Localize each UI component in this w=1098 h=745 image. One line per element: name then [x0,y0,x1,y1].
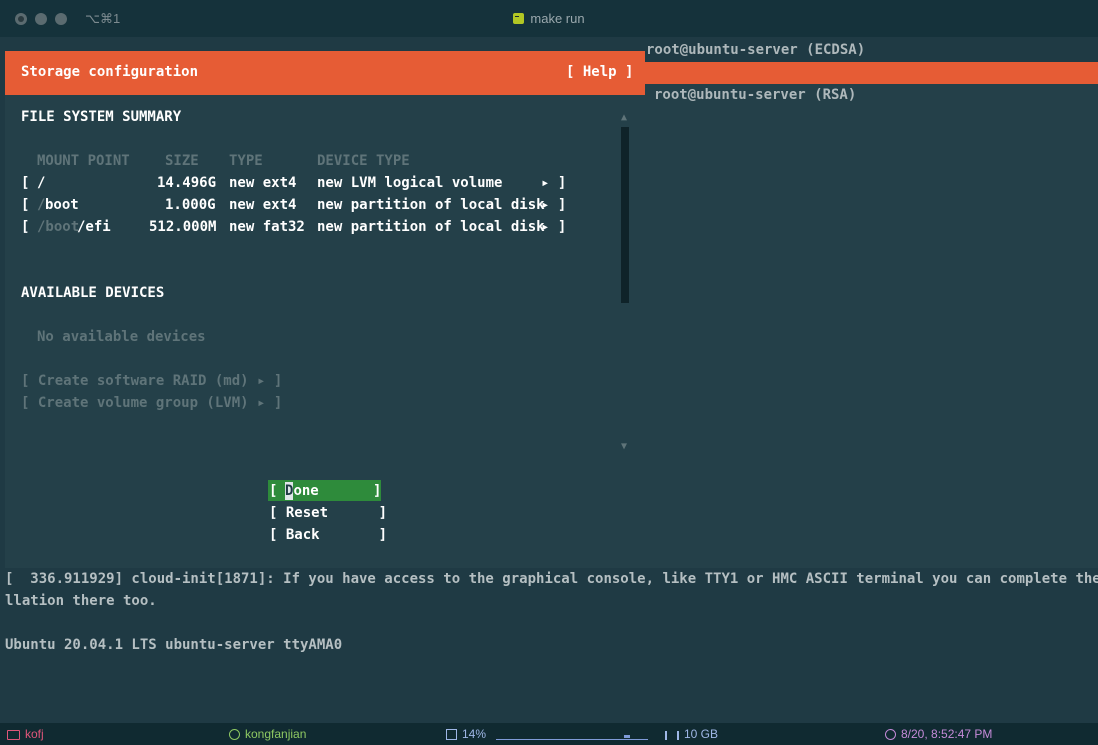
row-type: new ext4 [229,175,297,191]
cpu-label: 14% [462,727,487,741]
col-size: SIZE [165,153,199,169]
clock-label: 8/20, 8:52:47 PM [901,727,993,741]
row-bracket: [ [21,197,30,213]
scroll-up-arrow-icon[interactable]: ▲ [621,112,627,123]
status-bar: kofj kongfanjian 14% 10 GB 8/20, 8:52:47… [0,723,1098,745]
row-menu-arrow[interactable]: ▸ ] [541,174,566,192]
console-line: llation there too. [5,593,157,609]
row-menu-arrow[interactable]: ▸ ] [541,218,566,236]
window-titlebar: ⌥⌘1 make run [0,0,1098,37]
row-mount: /efi [77,219,111,235]
memory-icon [665,731,679,740]
no-devices-text: No available devices [37,329,206,345]
terminal-icon [513,13,525,24]
row-size: 1.000G [165,197,216,213]
row-device: new partition of local disk [317,219,545,235]
row-type: new ext4 [229,197,297,213]
memory-label: 10 GB [684,727,719,741]
user-label: kongfanjian [245,727,307,741]
available-devices-heading: AVAILABLE DEVICES [21,285,165,301]
status-user: kongfanjian [229,727,306,741]
back-button[interactable]: [ Back ] [269,526,387,544]
scroll-down-arrow-icon[interactable]: ▼ [621,441,627,452]
console-line: [ 336.911929] cloud-init[1871]: If you h… [5,571,1098,587]
row-mount: / [37,175,46,191]
window-title: make run [0,11,1098,26]
rsa-pane-label: root@ubuntu-server (RSA) [654,87,857,103]
row-bracket: [ [21,219,30,235]
ecdsa-pane-label: root@ubuntu-server (ECDSA) [646,42,866,58]
host-label: kofj [25,727,44,741]
window-title-text: make run [530,11,585,26]
rsa-pane[interactable] [645,84,1098,568]
status-host: kofj [7,727,44,741]
done-button-open: [ [269,483,278,499]
create-volume-group-button[interactable]: [ Create volume group (LVM) ▸ ] [21,394,282,412]
row-menu-arrow[interactable]: ▸ ] [541,196,566,214]
row-mount: boot [45,197,79,213]
row-size: 14.496G [157,175,217,191]
status-cpu: 14% [446,727,486,741]
done-button-label-rest: one [293,483,319,499]
cpu-sparkline [496,735,648,740]
col-device-type: DEVICE TYPE [317,153,410,169]
user-icon [229,729,240,740]
page-title: Storage configuration [21,64,199,80]
clock-icon [885,729,896,740]
reset-button[interactable]: [ Reset ] [269,504,387,522]
row-device: new partition of local disk [317,197,545,213]
done-button-close: ] [373,483,382,499]
scrollbar[interactable] [621,127,629,303]
create-raid-button[interactable]: [ Create software RAID (md) ▸ ] [21,372,282,390]
console-line: Ubuntu 20.04.1 LTS ubuntu-server ttyAMA0 [5,637,343,653]
col-mount-point: MOUNT POINT [37,153,130,169]
row-bracket: [ [21,175,30,191]
row-size: 512.000M [149,219,217,235]
row-device: new LVM logical volume [317,175,503,191]
cpu-icon [446,729,457,740]
col-type: TYPE [229,153,263,169]
status-clock: 8/20, 8:52:47 PM [885,727,992,741]
status-memory: 10 GB [665,727,718,741]
row-type: new fat32 [229,219,305,235]
done-button-label[interactable]: Done [285,482,319,500]
fs-summary-heading: FILE SYSTEM SUMMARY [21,109,182,125]
help-button[interactable]: [ Help ] [566,64,633,80]
row-mount-prefix: /boot [37,219,80,235]
laptop-icon [7,730,20,740]
